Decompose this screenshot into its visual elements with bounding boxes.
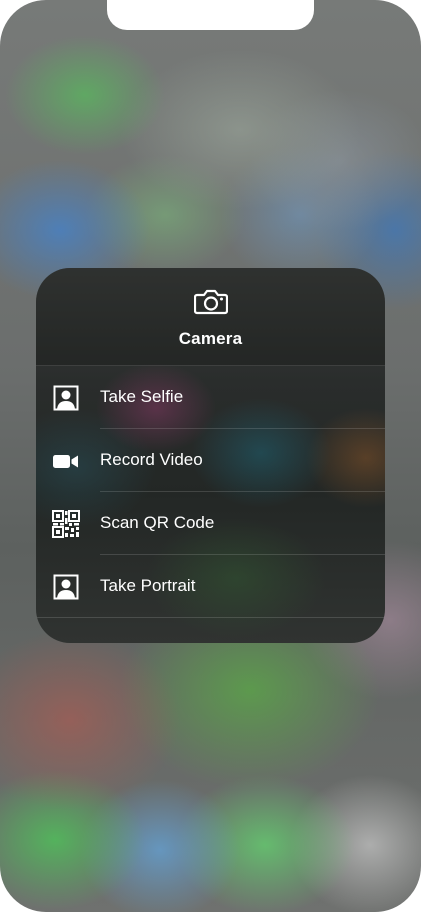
video-camera-icon <box>53 455 78 468</box>
scan-qr-code-action[interactable]: Scan QR Code <box>36 492 385 555</box>
quick-actions-header: Camera <box>36 268 385 366</box>
portrait-frame-icon <box>53 385 79 411</box>
quick-actions-menu: Camera Take Selfie Record Video Scan QR … <box>36 268 385 643</box>
app-title: Camera <box>178 329 243 348</box>
row-divider <box>36 617 385 618</box>
record-video-action[interactable]: Record Video <box>36 429 385 492</box>
home-screen-background: Camera Take Selfie Record Video Scan QR … <box>0 0 421 912</box>
record-video-label: Record Video <box>100 450 203 469</box>
scan-qr-code-label: Scan QR Code <box>100 513 215 532</box>
portrait-frame-icon <box>53 574 79 600</box>
device-notch <box>107 0 314 30</box>
qr-code-icon <box>52 510 80 538</box>
take-portrait-label: Take Portrait <box>100 576 196 595</box>
take-portrait-action[interactable]: Take Portrait <box>36 555 385 618</box>
take-selfie-label: Take Selfie <box>100 387 184 406</box>
take-selfie-action[interactable]: Take Selfie <box>36 366 385 429</box>
camera-icon <box>194 289 228 315</box>
